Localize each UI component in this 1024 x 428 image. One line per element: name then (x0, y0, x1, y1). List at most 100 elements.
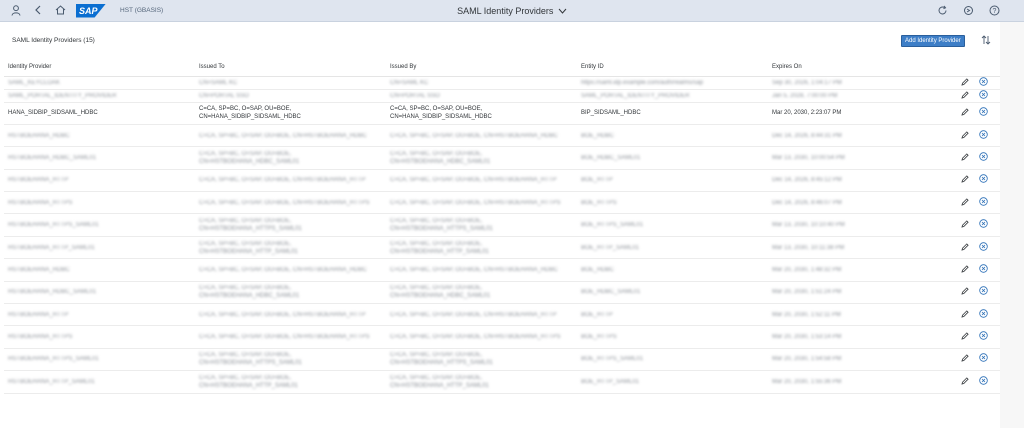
delete-icon[interactable] (978, 89, 988, 101)
row-actions (938, 169, 1000, 193)
table-row[interactable]: HSTBOEHANA_HTTP_SAML01 C=CA, SP=BC, O=SAP… (4, 370, 1000, 394)
expires-on-cell: Jan 5, 2028, 7:00:00 PM (768, 89, 938, 103)
delete-icon[interactable] (978, 331, 988, 342)
table-toolbar: SAML Identity Providers (15) Add Identit… (0, 22, 1000, 59)
column-header-issued-by[interactable]: Issued By (386, 59, 577, 77)
row-actions (938, 146, 1000, 170)
delete-icon[interactable] (978, 264, 988, 275)
column-header-entity-id[interactable]: Entity ID (577, 59, 768, 77)
sync-icon[interactable] (962, 5, 974, 17)
edit-icon[interactable] (960, 377, 970, 387)
edit-icon[interactable] (960, 130, 970, 141)
edit-icon[interactable] (960, 90, 970, 101)
sort-icon[interactable] (981, 35, 991, 47)
issued-to-cell: C=CA, SP=BC, O=SAP, OU=BOE, CN=HSTBOEHAN… (195, 236, 386, 260)
issued-by-cell: C=CA, SP=BC, O=SAP, OU=BOE, CN=HSTBOEHAN… (386, 325, 577, 349)
edit-icon[interactable] (960, 332, 970, 342)
edit-icon[interactable] (960, 310, 970, 320)
edit-icon[interactable] (960, 242, 970, 253)
issued-to-cell: C=CA, SP=BC, O=SAP, OU=BOE, CN=HSTBOEHAN… (195, 169, 386, 193)
delete-icon[interactable] (978, 129, 988, 141)
home-icon[interactable] (54, 4, 66, 17)
table-row[interactable]: SAML_KEYCLOAK CN=SAML KC CN=SAML KC https:/… (4, 76, 1000, 90)
table-row[interactable]: HSTBOEHANA_HDBC_SAML01 C=CA, SP=BC, O=SAP… (4, 146, 1000, 170)
edit-icon[interactable] (960, 265, 970, 275)
add-identity-provider-button[interactable]: Add Identity Provider (901, 35, 965, 47)
sap-logo[interactable]: SAP (76, 3, 106, 18)
entity-id-cell: BOE_HTTP_SAML01 (577, 370, 768, 394)
edit-icon[interactable] (960, 108, 970, 118)
delete-icon[interactable] (978, 241, 988, 253)
delete-icon[interactable] (978, 197, 988, 208)
edit-icon[interactable] (960, 220, 970, 230)
user-icon[interactable] (10, 4, 22, 17)
column-header-issued-to[interactable]: Issued To (195, 59, 386, 77)
identity-provider-cell: HSTBOEHANA_HDBC_SAML01 (4, 281, 195, 305)
issued-to-cell: C=CA, SP=BC, O=SAP, OU=BOE, CN=HSTBOEHAN… (195, 124, 386, 148)
delete-icon[interactable] (978, 309, 988, 320)
identity-provider-cell: HSTBOEHANA_HTTP (4, 169, 195, 193)
issued-to-cell: C=CA, SP=BC, O=SAP, OU=BOE, CN=HANA_SIDB… (195, 102, 386, 125)
expires-on-cell: Mar 20, 2030, 2:23:07 PM (768, 102, 938, 125)
entity-id-cell: BOE_HTTP (577, 303, 768, 327)
providers-table: Identity Provider Issued To Issued By En… (4, 59, 1000, 394)
edit-icon[interactable] (960, 153, 970, 163)
identity-provider-cell: HANA_SIDBIP_SIDSAML_HDBC (4, 102, 195, 125)
edit-icon[interactable] (960, 198, 970, 208)
entity-id-cell: BOE_HTTPS_SAML01 (577, 213, 768, 237)
table-row[interactable]: HSTBOEHANA_HDBC_SAML01 C=CA, SP=BC, O=SAP… (4, 281, 1000, 305)
delete-icon[interactable] (978, 76, 988, 88)
identity-provider-cell: HSTBOEHANA_HTTP_SAML01 (4, 370, 195, 394)
delete-icon[interactable] (978, 353, 988, 364)
expires-on-cell: Mar 13, 2030, 10:00:54 PM (768, 146, 938, 170)
table-row[interactable]: HSTBOEHANA_HTTPS C=CA, SP=BC, O=SAP, OU=B… (4, 191, 1000, 215)
table-row[interactable]: HANA_SIDBIP_SIDSAML_HDBC C=CA, SP=BC, O=S… (4, 102, 1000, 125)
issued-by-cell: C=CA, SP=BC, O=SAP, OU=BOE, CN=HSTBOEHAN… (386, 236, 577, 260)
row-actions (938, 325, 1000, 349)
issued-to-cell: C=CA, SP=BC, O=SAP, OU=BOE, CN=HSTBOEHAN… (195, 281, 386, 305)
table-row[interactable]: HSTBOEHANA_HDBC C=CA, SP=BC, O=SAP, OU=BO… (4, 124, 1000, 148)
help-icon[interactable]: ? (988, 5, 1000, 17)
table-row[interactable]: HSTBOEHANA_HTTP C=CA, SP=BC, O=SAP, OU=BO… (4, 169, 1000, 193)
issued-by-cell: C=CA, SP=BC, O=SAP, OU=BOE, CN=HSTBOEHAN… (386, 303, 577, 327)
edit-icon[interactable] (960, 175, 970, 185)
edit-icon[interactable] (960, 287, 970, 297)
delete-icon[interactable] (978, 107, 988, 118)
entity-id-cell: BOE_HDBC (577, 258, 768, 282)
column-header-identity-provider[interactable]: Identity Provider (4, 59, 195, 77)
identity-provider-cell: HSTBOEHANA_HDBC_SAML01 (4, 146, 195, 170)
table-row[interactable]: SAML_PORTAL_IDENTITY_PROVIDER CN=PORTAL S… (4, 89, 1000, 103)
issued-by-cell: C=CA, SP=BC, O=SAP, OU=BOE, CN=HANA_SIDB… (386, 102, 577, 125)
row-actions (938, 124, 1000, 148)
chevron-down-icon[interactable] (558, 1, 567, 23)
issued-by-cell: C=CA, SP=BC, O=SAP, OU=BOE, CN=HSTBOEHAN… (386, 370, 577, 394)
delete-icon[interactable] (978, 219, 988, 230)
delete-icon[interactable] (978, 376, 988, 387)
scrollbar[interactable] (1000, 22, 1024, 428)
table-row[interactable]: HSTBOEHANA_HTTP C=CA, SP=BC, O=SAP, OU=BO… (4, 303, 1000, 327)
entity-id-cell: BOE_HTTPS (577, 191, 768, 215)
shell-bar: SAP HST (GBASIS) SAML Identity Providers… (0, 0, 1024, 22)
edit-icon[interactable] (960, 77, 970, 88)
expires-on-cell: Dec 14, 2026, 8:45:12 PM (768, 169, 938, 193)
table-row[interactable]: HSTBOEHANA_HTTP_SAML01 C=CA, SP=BC, O=SAP… (4, 236, 1000, 260)
table-row[interactable]: HSTBOEHANA_HDBC C=CA, SP=BC, O=SAP, OU=BO… (4, 258, 1000, 282)
row-actions (938, 76, 1000, 90)
issued-by-cell: C=CA, SP=BC, O=SAP, OU=BOE, CN=HSTBOEHAN… (386, 281, 577, 305)
edit-icon[interactable] (960, 354, 970, 364)
table-row[interactable]: HSTBOEHANA_HTTPS_SAML01 C=CA, SP=BC, O=SA… (4, 213, 1000, 237)
app-title-label[interactable]: SAML Identity Providers (457, 6, 553, 16)
delete-icon[interactable] (978, 174, 988, 185)
refresh-icon[interactable] (936, 5, 948, 17)
column-header-expires-on[interactable]: Expires On (768, 59, 938, 77)
issued-by-cell: CN=PORTAL SSO (386, 89, 577, 103)
entity-id-cell: BOE_HTTPS (577, 325, 768, 349)
delete-icon[interactable] (978, 152, 988, 163)
delete-icon[interactable] (978, 286, 988, 297)
table-row[interactable]: HSTBOEHANA_HTTPS C=CA, SP=BC, O=SAP, OU=B… (4, 325, 1000, 349)
table-row[interactable]: HSTBOEHANA_HTTPS_SAML01 C=CA, SP=BC, O=SA… (4, 348, 1000, 372)
row-actions (938, 213, 1000, 237)
back-icon[interactable] (32, 5, 44, 17)
table-body: SAML_KEYCLOAK CN=SAML KC CN=SAML KC https:/… (4, 76, 1000, 394)
table-header-row: Identity Provider Issued To Issued By En… (4, 59, 1000, 77)
